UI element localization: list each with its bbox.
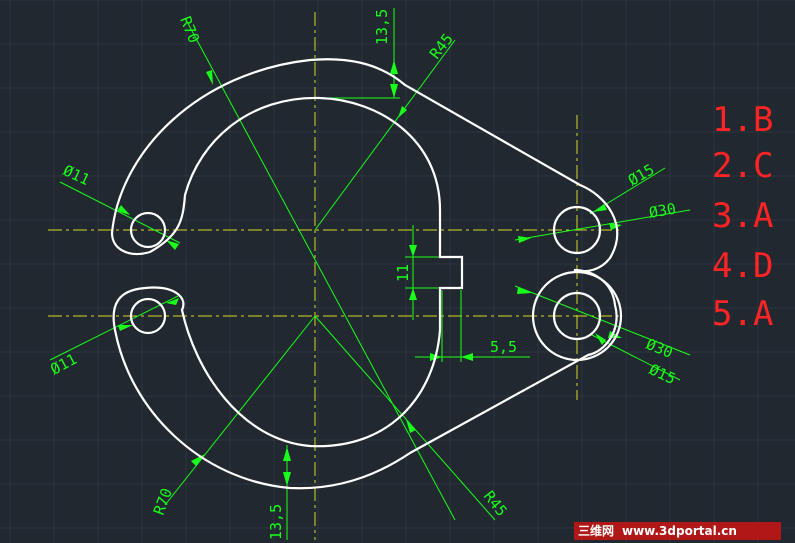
cad-drawing-canvas: R70 R70 R45 R45 13,5 13,5 11 5,5 Ø11 Ø11… bbox=[0, 0, 795, 543]
answer-3: 3.A bbox=[712, 196, 773, 236]
watermark-url: www.3dportal.cn bbox=[622, 524, 737, 538]
dim-offset-bottom: 13,5 bbox=[267, 504, 285, 540]
answer-4: 4.D bbox=[712, 246, 773, 286]
dim-slot-depth: 5,5 bbox=[490, 338, 517, 356]
dim-offset-top: 13,5 bbox=[373, 9, 391, 45]
answer-5: 5.A bbox=[712, 294, 773, 334]
answer-1: 1.B bbox=[712, 100, 773, 140]
answer-2: 2.C bbox=[712, 146, 773, 186]
watermark: 三维网 www.3dportal.cn bbox=[574, 522, 781, 540]
watermark-brand: 三维网 bbox=[578, 523, 614, 538]
dim-slot-height: 11 bbox=[394, 264, 412, 282]
answer-list: 1.B 2.C 3.A 4.D 5.A bbox=[712, 100, 773, 334]
